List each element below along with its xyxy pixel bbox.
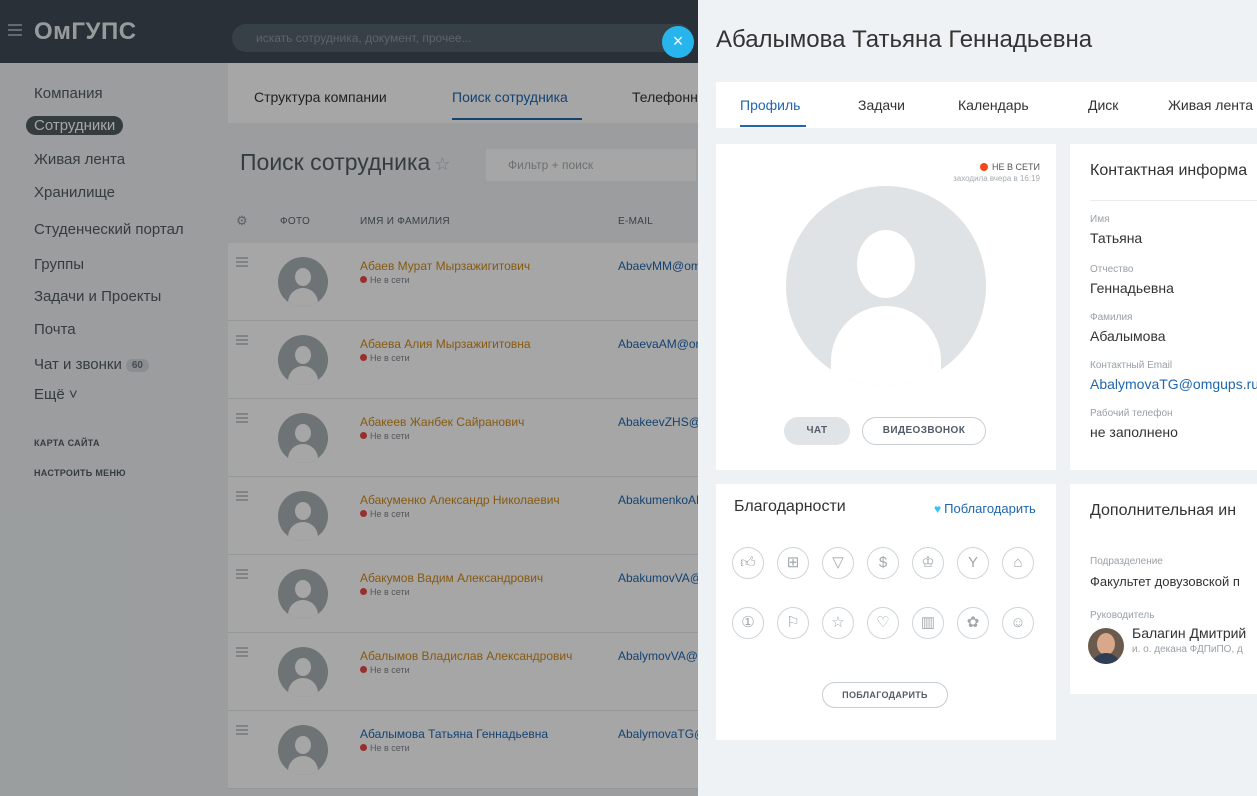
thank-button[interactable]: ПОБЛАГОДАРИТЬ — [822, 682, 948, 708]
contact-info-card: Контактная информа Имя Татьяна Отчество … — [1070, 144, 1257, 470]
beer-icon[interactable]: ▥ — [912, 607, 944, 639]
tab-live-feed[interactable]: Живая лента — [1168, 97, 1253, 113]
manager-name-link[interactable]: Балагин Дмитрий — [1132, 625, 1246, 641]
user-avatar[interactable] — [786, 186, 986, 386]
first-name-label: Имя — [1090, 214, 1110, 225]
profile-title: Абалымова Татьяна Геннадьевна — [716, 26, 1093, 53]
tab-disk[interactable]: Диск — [1088, 97, 1118, 113]
crown-icon[interactable]: ♔ — [912, 547, 944, 579]
manager-position: и. о. декана ФДПиПО, д — [1132, 644, 1243, 655]
gift-icon[interactable]: ⊞ — [777, 547, 809, 579]
heart-icon: ♥ — [934, 502, 942, 516]
first-name-value: Татьяна — [1090, 230, 1143, 246]
patronymic-label: Отчество — [1090, 264, 1134, 275]
additional-info-card: Дополнительная ин Подразделение Факульте… — [1070, 484, 1257, 694]
chat-button[interactable]: ЧАТ — [784, 417, 850, 445]
patronymic-value: Геннадьевна — [1090, 280, 1174, 296]
last-name-label: Фамилия — [1090, 312, 1133, 323]
flower-icon[interactable]: ✿ — [957, 607, 989, 639]
department-value[interactable]: Факультет довузовской п — [1090, 574, 1240, 589]
thumbs-up-icon[interactable]: 👍︎ — [732, 547, 764, 579]
tab-profile[interactable]: Профиль — [740, 97, 800, 113]
thanks-title: Благодарности — [734, 498, 846, 515]
profile-tabs: Профиль Задачи Календарь Диск Живая лент… — [716, 82, 1257, 128]
cup-icon[interactable]: ▽ — [822, 547, 854, 579]
thank-link[interactable]: ♥ Поблагодарить — [934, 501, 1036, 516]
email-label: Контактный Email — [1090, 360, 1173, 371]
work-phone-value: не заполнено — [1090, 424, 1178, 440]
active-tab-underline — [740, 125, 806, 127]
money-icon[interactable]: $ — [867, 547, 899, 579]
additional-info-title: Дополнительная ин — [1090, 502, 1237, 519]
thanks-card: Благодарности ♥ Поблагодарить 👍︎ ⊞ ▽ $ ♔ … — [716, 484, 1056, 740]
star-icon[interactable]: ☆ — [822, 607, 854, 639]
tab-calendar[interactable]: Календарь — [958, 97, 1029, 113]
smile-icon[interactable]: ☺ — [1002, 607, 1034, 639]
profile-slider: Абалымова Татьяна Геннадьевна Профиль За… — [698, 0, 1257, 796]
work-phone-label: Рабочий телефон — [1090, 408, 1173, 419]
contact-info-title: Контактная информа — [1090, 162, 1248, 179]
manager-avatar[interactable] — [1088, 628, 1124, 664]
department-label: Подразделение — [1090, 556, 1163, 567]
manager-label: Руководитель — [1090, 610, 1155, 621]
tab-tasks[interactable]: Задачи — [858, 97, 905, 113]
email-link[interactable]: AbalymovaTG@omgups.ru — [1090, 376, 1257, 392]
last-name-value: Абалымова — [1090, 328, 1166, 344]
cake-icon[interactable]: ⌂ — [1002, 547, 1034, 579]
divider — [1090, 200, 1257, 201]
thank-link-label: Поблагодарить — [944, 501, 1036, 516]
close-slider-button[interactable]: × — [662, 26, 694, 58]
flag-icon[interactable]: ⚐ — [777, 607, 809, 639]
offline-dot-icon — [980, 163, 989, 171]
cocktail-icon[interactable]: Y — [957, 547, 989, 579]
profile-photo-card: НЕ В СЕТИ заходила вчера в 16:19 ЧАТ ВИД… — [716, 144, 1056, 470]
heart-icon[interactable]: ♡ — [867, 607, 899, 639]
online-status-text: НЕ В СЕТИ — [992, 162, 1040, 172]
modal-overlay[interactable] — [0, 0, 698, 796]
videocall-button[interactable]: ВИДЕОЗВОНОК — [862, 417, 986, 445]
online-status: НЕ В СЕТИ заходила вчера в 16:19 — [953, 162, 1040, 183]
number-one-icon[interactable]: ① — [732, 607, 764, 639]
last-seen-text: заходила вчера в 16:19 — [953, 174, 1040, 183]
